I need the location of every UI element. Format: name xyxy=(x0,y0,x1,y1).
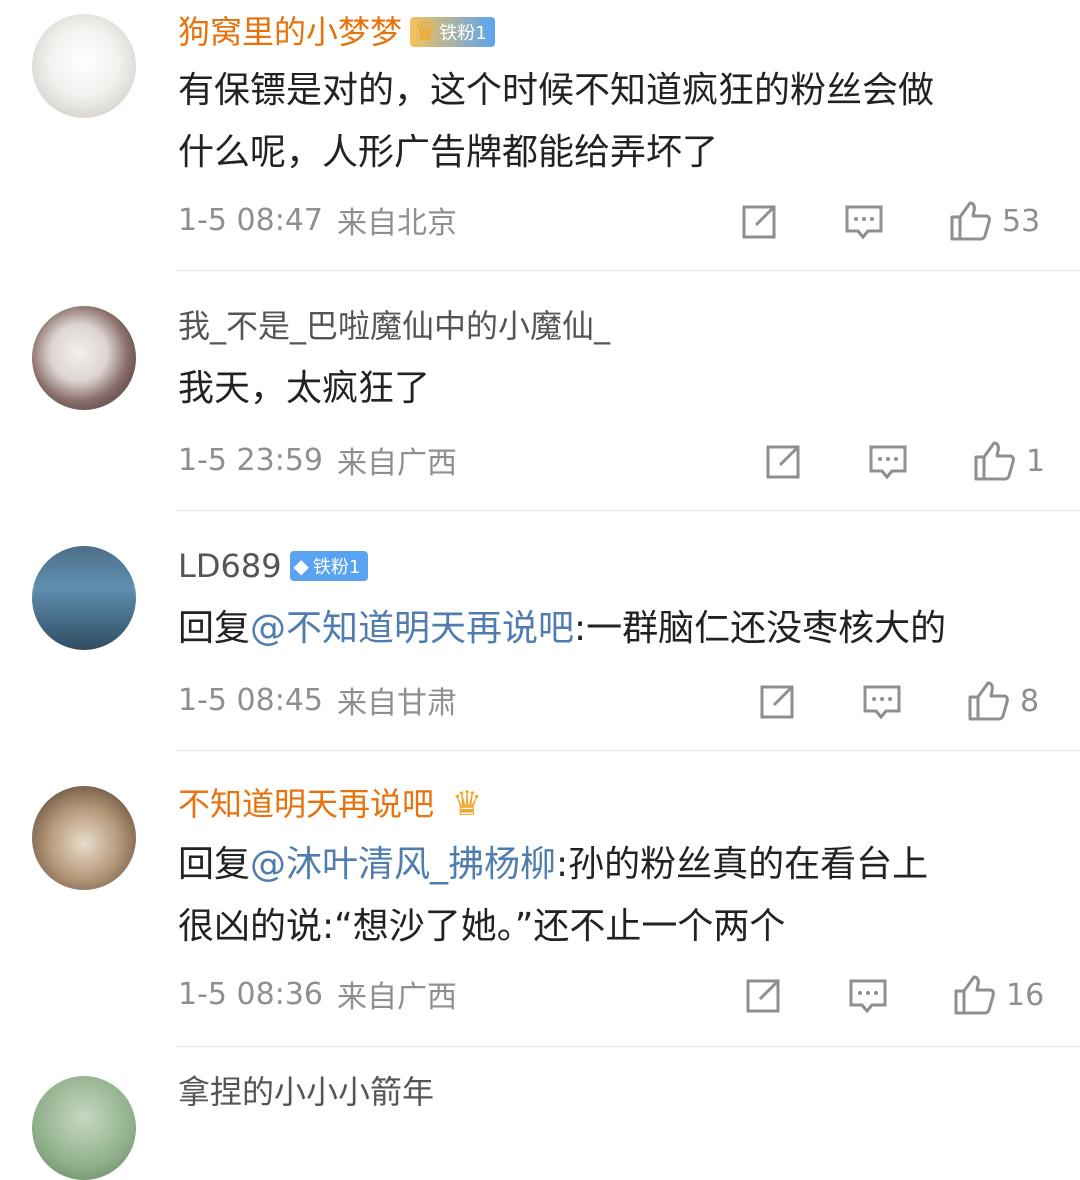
mention-link[interactable]: @不知道明天再说吧 xyxy=(250,608,574,649)
thumbs-up-icon[interactable] xyxy=(948,199,992,243)
reply-prefix: 回复 xyxy=(178,844,251,885)
fan-badge-label: 铁粉1 xyxy=(439,23,487,44)
comment-text: 回复@不知道明天再说吧:一群脑仁还没枣核大的 xyxy=(178,598,1048,660)
thumbs-up-icon[interactable] xyxy=(952,973,996,1017)
comment-text-line: 什么呢，人形广告牌都能给弄坏了 xyxy=(178,132,719,173)
comment-text-line: 有保镖是对的，这个时候不知道疯狂的粉丝会做 xyxy=(178,70,935,111)
reply-text: :一群脑仁还没枣核大的 xyxy=(574,608,947,649)
username[interactable]: 我_不是_巴啦魔仙中的小魔仙_ xyxy=(178,306,610,346)
comment-icon[interactable] xyxy=(848,975,888,1015)
crown-icon: ♛ xyxy=(451,784,483,824)
divider xyxy=(176,1046,1080,1047)
comment-icon[interactable] xyxy=(868,441,908,481)
comment-icon[interactable] xyxy=(862,681,902,721)
thumbs-up-icon[interactable] xyxy=(972,439,1016,483)
avatar[interactable] xyxy=(32,1076,136,1180)
comment-text-line: 回复@不知道明天再说吧:一群脑仁还没枣核大的 xyxy=(178,598,1048,660)
location: 来自广西 xyxy=(337,446,457,481)
divider xyxy=(176,750,1080,751)
comment-meta: 1-5 23:59 来自广西 xyxy=(178,438,457,482)
comment-meta: 1-5 08:45 来自甘肃 xyxy=(178,678,457,722)
share-icon[interactable] xyxy=(740,201,780,241)
crown-icon: ♛ xyxy=(414,17,438,47)
comment-meta: 1-5 08:36 来自广西 xyxy=(178,972,457,1016)
like-count: 1 xyxy=(1026,443,1046,479)
avatar[interactable] xyxy=(32,786,136,890)
reply-text: :孙的粉丝真的在看台上 xyxy=(556,844,929,885)
location: 来自北京 xyxy=(337,206,457,241)
comment-text: 有保镖是对的，这个时候不知道疯狂的粉丝会做 什么呢，人形广告牌都能给弄坏了 xyxy=(178,60,1048,184)
fan-badge: ♛ 铁粉1 xyxy=(410,17,495,47)
like-count: 16 xyxy=(1006,977,1045,1013)
like-count: 53 xyxy=(1002,203,1041,239)
timestamp: 1-5 08:36 xyxy=(178,976,323,1012)
like-count: 8 xyxy=(1020,683,1040,719)
avatar[interactable] xyxy=(32,546,136,650)
username[interactable]: 狗窝里的小梦梦 xyxy=(178,12,402,52)
divider xyxy=(176,510,1080,511)
comment-text-line: 回复@沐叶清风_拂杨柳:孙的粉丝真的在看台上 xyxy=(178,834,1048,896)
thumbs-up-icon[interactable] xyxy=(966,679,1010,723)
comment-text-line: 我天，太疯狂了 xyxy=(178,368,431,409)
username[interactable]: 不知道明天再说吧 xyxy=(178,784,434,824)
reply-prefix: 回复 xyxy=(178,608,251,649)
share-icon[interactable] xyxy=(744,975,784,1015)
location: 来自甘肃 xyxy=(337,686,457,721)
divider xyxy=(176,270,1080,271)
fan-badge: ◆ 铁粉1 xyxy=(289,551,369,581)
timestamp: 1-5 08:47 xyxy=(178,202,323,238)
mention-link[interactable]: @沐叶清风_拂杨柳 xyxy=(250,844,556,885)
avatar[interactable] xyxy=(32,14,136,118)
username[interactable]: LD689 xyxy=(178,546,282,586)
fan-badge-label: 铁粉1 xyxy=(312,557,361,578)
comment-meta: 1-5 08:47 来自北京 xyxy=(178,198,457,242)
share-icon[interactable] xyxy=(758,681,798,721)
crown-badge: ♛ xyxy=(444,784,492,824)
location: 来自广西 xyxy=(337,980,457,1015)
comment-text: 我天，太疯狂了 xyxy=(178,358,1048,420)
diamond-icon: ◆ xyxy=(293,554,309,578)
username[interactable]: 拿捏的小小小箭年 xyxy=(178,1072,434,1112)
share-icon[interactable] xyxy=(764,441,804,481)
timestamp: 1-5 08:45 xyxy=(178,682,323,718)
avatar[interactable] xyxy=(32,306,136,410)
timestamp: 1-5 23:59 xyxy=(178,442,323,478)
comment-text-line: 很凶的说:“想沙了她。”还不止一个两个 xyxy=(178,906,786,947)
comment-icon[interactable] xyxy=(844,201,884,241)
comment-text: 回复@沐叶清风_拂杨柳:孙的粉丝真的在看台上 很凶的说:“想沙了她。”还不止一个… xyxy=(178,834,1048,958)
